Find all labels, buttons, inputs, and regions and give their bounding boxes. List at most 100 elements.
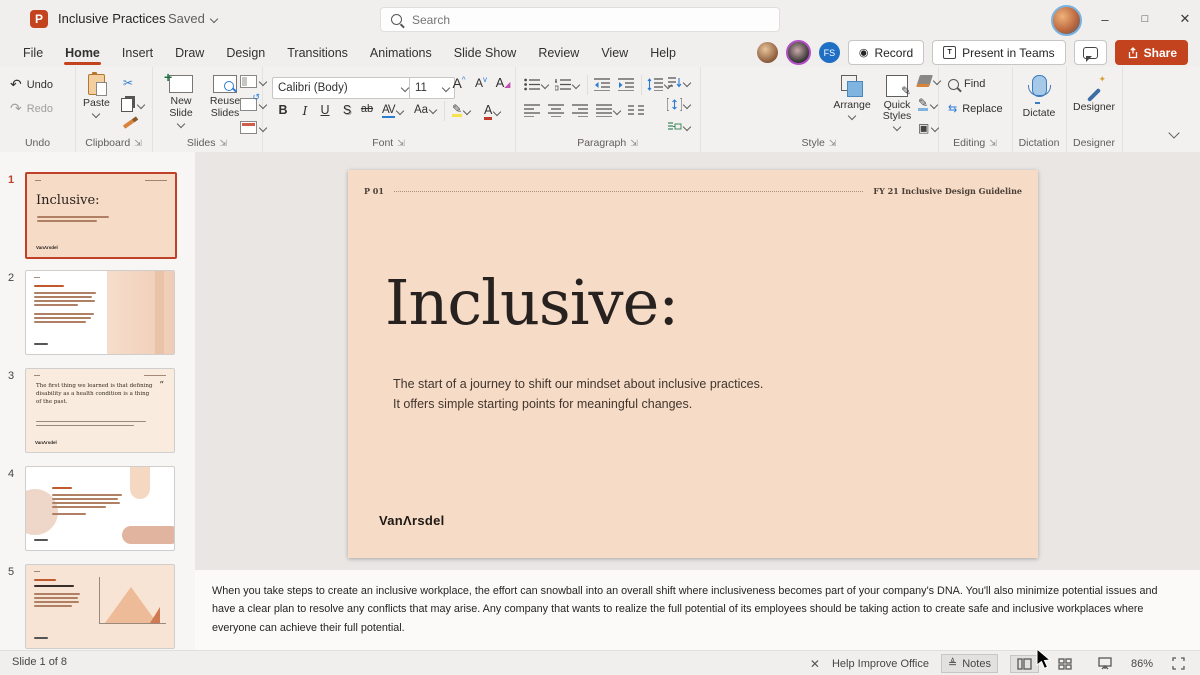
shrink-font-button[interactable]: Av [472,75,490,90]
tab-animations[interactable]: Animations [359,38,443,67]
slide-thumbnail-3[interactable]: The first thing we learned is that defin… [25,368,175,453]
shape-effects-button[interactable]: ▣ [918,121,938,135]
copy-button[interactable] [121,98,144,112]
dialog-launcher-icon[interactable]: ⇲ [630,138,638,149]
presence-avatar-initials[interactable]: FS [819,42,840,63]
present-in-teams-button[interactable]: T Present in Teams [932,40,1066,65]
minimize-button[interactable]: – [1085,0,1125,38]
cut-button[interactable]: ✂ [123,76,133,90]
slideshow-view-button[interactable] [1091,654,1119,673]
dialog-launcher-icon[interactable]: ⇲ [134,138,142,149]
dialog-launcher-icon[interactable]: ⇲ [220,138,228,149]
font-size-select[interactable]: 11 [409,77,455,99]
tab-transitions[interactable]: Transitions [276,38,359,67]
fit-slide-button[interactable] [1165,654,1192,673]
normal-view-button[interactable] [1010,655,1039,673]
presence-avatar-1[interactable] [757,42,778,63]
tab-insert[interactable]: Insert [111,38,164,67]
underline-button[interactable]: U [316,103,334,117]
help-improve-office-link[interactable]: Help Improve Office [832,658,929,670]
normal-view-icon [1017,658,1032,670]
record-button[interactable]: ◉ Record [848,40,924,65]
slide-thumbnail-5[interactable] [25,564,175,649]
search-input[interactable] [410,12,714,28]
notes-toggle-button[interactable]: ≜ Notes [941,654,998,673]
decrease-indent-button[interactable] [594,78,610,91]
text-shadow-button[interactable]: S [338,103,356,117]
bullets-button[interactable] [524,78,548,91]
notes-text[interactable]: When you take steps to create an inclusi… [212,582,1174,637]
collapse-ribbon-button[interactable] [1170,129,1178,137]
presence-avatar-2[interactable] [786,40,811,65]
undo-button[interactable]: ↶ Undo [10,76,53,93]
paste-button[interactable]: Paste [83,74,110,117]
powerpoint-app-icon[interactable]: P [30,10,48,28]
tab-design[interactable]: Design [215,38,276,67]
slide-body-text[interactable]: The start of a journey to shift our mind… [393,374,763,414]
increase-indent-button[interactable] [618,78,634,91]
align-center-button[interactable] [548,104,564,117]
text-direction-button[interactable] [667,76,690,89]
convert-to-smartart-button[interactable] [667,120,690,133]
format-painter-button[interactable] [123,122,134,126]
align-text-button[interactable] [667,98,690,111]
columns-button[interactable] [628,104,644,117]
slide-title[interactable]: Inclusive: [385,266,678,339]
maximize-button[interactable]: □ [1125,0,1165,38]
tab-view[interactable]: View [590,38,639,67]
account-avatar[interactable] [1051,5,1082,36]
dictate-label: Dictate [1023,107,1056,119]
strikethrough-button[interactable]: ab [358,103,376,115]
search-box[interactable] [380,7,780,32]
dialog-launcher-icon[interactable]: ⇲ [829,138,837,149]
comments-button[interactable] [1074,40,1107,65]
tab-review[interactable]: Review [527,38,590,67]
shape-outline-button[interactable]: ✎ [918,98,937,111]
align-right-button[interactable] [572,104,588,117]
replace-button[interactable]: ⇆ Replace [948,102,1003,115]
tab-draw[interactable]: Draw [164,38,215,67]
dialog-launcher-icon[interactable]: ⇲ [989,138,997,149]
dictate-button[interactable]: Dictate [1019,75,1059,119]
character-spacing-button[interactable]: AV [382,104,403,118]
align-left-button[interactable] [524,104,540,117]
current-slide[interactable]: P 01 FY 21 Inclusive Design Guideline In… [348,170,1038,558]
redo-button[interactable]: ↷ Redo [10,100,53,117]
close-button[interactable]: ✕ [1165,0,1200,38]
share-button[interactable]: Share [1115,40,1188,65]
slide-thumbnail-4[interactable] [25,466,175,551]
numbering-button[interactable] [555,78,579,91]
italic-button[interactable]: I [296,103,314,118]
quick-styles-icon [886,75,908,97]
slide-thumbnail-2[interactable] [25,270,175,355]
find-button[interactable]: Find [948,78,985,90]
clear-formatting-button[interactable]: A◢ [494,75,512,90]
save-status[interactable]: Saved [168,11,217,26]
slide-thumbnail-1[interactable]: Inclusive: VanΛrsdel [25,172,177,259]
slide-sorter-view-button[interactable] [1051,655,1079,673]
tab-slide-show[interactable]: Slide Show [443,38,528,67]
zoom-level[interactable]: 86% [1131,658,1153,670]
justify-button[interactable] [596,104,620,117]
shape-fill-button[interactable] [918,75,940,87]
font-color-button[interactable]: A [484,103,500,120]
font-family-select[interactable]: Calibri (Body) [272,77,414,99]
grow-font-button[interactable]: A^ [450,75,468,91]
change-case-button[interactable]: Aa [414,104,436,116]
bold-button[interactable]: B [274,103,292,117]
document-title[interactable]: Inclusive Practices [58,11,166,26]
arrange-button[interactable]: Arrange [828,75,876,119]
designer-button[interactable]: Designer [1071,77,1117,113]
tab-file[interactable]: File [12,38,54,67]
dismiss-help-icon[interactable]: ✕ [810,657,820,671]
designer-label: Designer [1073,101,1115,113]
quick-styles-button[interactable]: Quick Styles [876,75,918,130]
dialog-launcher-icon[interactable]: ⇲ [397,138,405,149]
tab-home[interactable]: Home [54,38,111,67]
highlight-color-button[interactable]: ✎ [452,104,470,117]
new-slide-icon: + [169,75,193,93]
new-slide-button[interactable]: + New Slide [160,75,202,127]
tab-help[interactable]: Help [639,38,687,67]
thumb-chart [99,577,166,624]
notes-pane[interactable]: When you take steps to create an inclusi… [195,570,1200,650]
